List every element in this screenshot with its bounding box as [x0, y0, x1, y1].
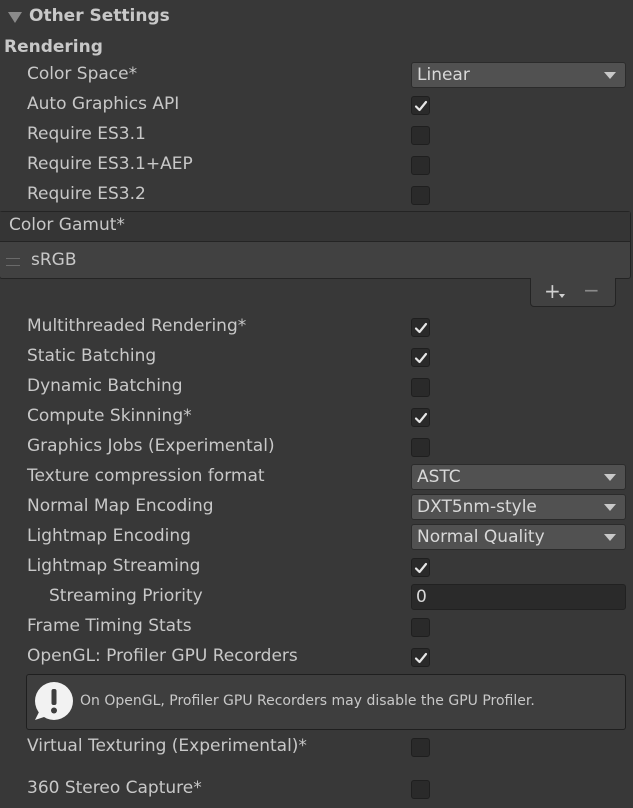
- color-gamut-header: Color Gamut*: [0, 212, 630, 242]
- opengl-warning-box: On OpenGL, Profiler GPU Recorders may di…: [26, 674, 626, 730]
- add-gamut-button[interactable]: +: [544, 281, 561, 301]
- lightmap-streaming-checkbox[interactable]: [411, 558, 430, 577]
- require-es3-1-label: Require ES3.1: [27, 124, 146, 144]
- dropdown-arrow-icon: [604, 474, 616, 481]
- normal-map-encoding-label: Normal Map Encoding: [27, 496, 214, 516]
- graphics-jobs-experimental-label: Graphics Jobs (Experimental): [27, 436, 275, 456]
- require-es3-1-aep-checkbox[interactable]: [411, 156, 430, 175]
- compute-skinning-checkbox[interactable]: [411, 408, 430, 427]
- dynamic-batching-checkbox[interactable]: [411, 378, 430, 397]
- checkmark-icon: [414, 652, 428, 664]
- section-title: Other Settings: [29, 6, 170, 26]
- checkmark-icon: [414, 412, 428, 424]
- 360-stereo-capture-label: 360 Stereo Capture*: [27, 778, 202, 798]
- add-dropdown-caret-icon: [559, 294, 565, 298]
- normal-map-encoding-dropdown[interactable]: DXT5nm-style: [411, 494, 626, 520]
- checkmark-icon: [414, 322, 428, 334]
- drag-handle-icon[interactable]: [6, 258, 20, 266]
- dynamic-batching-label: Dynamic Batching: [27, 376, 183, 396]
- texture-compression-format-label: Texture compression format: [27, 466, 265, 486]
- virtual-texturing-experimental-checkbox[interactable]: [411, 738, 430, 757]
- multithreaded-rendering-label: Multithreaded Rendering*: [27, 316, 247, 336]
- other-settings-header[interactable]: Other Settings: [0, 0, 633, 36]
- require-es3-2-checkbox[interactable]: [411, 186, 430, 205]
- normal-map-encoding-value: DXT5nm-style: [417, 497, 537, 517]
- 360-stereo-capture-checkbox[interactable]: [411, 780, 430, 799]
- require-es3-1-checkbox[interactable]: [411, 126, 430, 145]
- auto-graphics-api-label: Auto Graphics API: [27, 94, 180, 114]
- rendering-group-title: Rendering: [4, 37, 103, 57]
- compute-skinning-label: Compute Skinning*: [27, 406, 192, 426]
- color-space-label: Color Space*: [27, 64, 138, 84]
- streaming-priority-value: 0: [416, 587, 427, 607]
- lightmap-streaming-label: Lightmap Streaming: [27, 556, 201, 576]
- static-batching-checkbox[interactable]: [411, 348, 430, 367]
- checkmark-icon: [414, 352, 428, 364]
- dropdown-arrow-icon: [604, 534, 616, 541]
- streaming-priority-label: Streaming Priority: [49, 586, 203, 606]
- auto-graphics-api-checkbox[interactable]: [411, 96, 430, 115]
- static-batching-label: Static Batching: [27, 346, 157, 366]
- warning-text: On OpenGL, Profiler GPU Recorders may di…: [80, 693, 535, 709]
- lightmap-encoding-dropdown[interactable]: Normal Quality: [411, 524, 626, 550]
- lightmap-encoding-value: Normal Quality: [417, 527, 545, 547]
- texture-compression-format-value: ASTC: [417, 467, 461, 487]
- frame-timing-stats-checkbox[interactable]: [411, 618, 430, 637]
- dropdown-arrow-icon: [604, 504, 616, 511]
- checkmark-icon: [414, 100, 428, 112]
- foldout-arrow-icon[interactable]: [8, 12, 22, 23]
- lightmap-encoding-label: Lightmap Encoding: [27, 526, 191, 546]
- graphics-jobs-experimental-checkbox[interactable]: [411, 438, 430, 457]
- color-gamut-label: Color Gamut*: [9, 215, 125, 235]
- streaming-priority-field[interactable]: 0: [411, 584, 626, 610]
- checkmark-icon: [414, 562, 428, 574]
- dropdown-arrow-icon: [604, 72, 616, 79]
- frame-timing-stats-label: Frame Timing Stats: [27, 616, 192, 636]
- multithreaded-rendering-checkbox[interactable]: [411, 318, 430, 337]
- color-gamut-list: Color Gamut* sRGB: [0, 211, 631, 279]
- require-es3-2-label: Require ES3.2: [27, 184, 146, 204]
- require-es3-1-aep-label: Require ES3.1+AEP: [27, 154, 193, 174]
- opengl-profiler-gpu-recorders-label: OpenGL: Profiler GPU Recorders: [27, 646, 298, 666]
- color-gamut-list-footer: + −: [530, 278, 616, 307]
- warning-icon: [35, 682, 73, 720]
- virtual-texturing-experimental-label: Virtual Texturing (Experimental)*: [27, 736, 307, 756]
- color-gamut-item-srgb[interactable]: sRGB: [31, 250, 77, 270]
- opengl-profiler-gpu-recorders-checkbox[interactable]: [411, 648, 430, 667]
- texture-compression-format-dropdown[interactable]: ASTC: [411, 464, 626, 490]
- color-space-value: Linear: [417, 65, 470, 85]
- remove-gamut-button[interactable]: −: [583, 280, 600, 300]
- color-space-dropdown[interactable]: Linear: [411, 62, 626, 88]
